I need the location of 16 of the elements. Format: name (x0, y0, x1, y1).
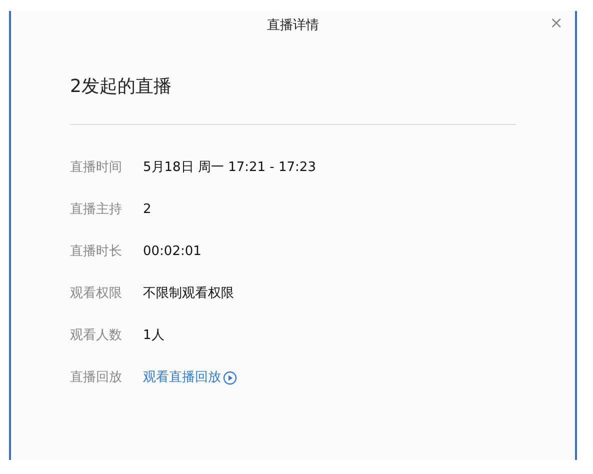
field-label: 直播时间 (70, 158, 123, 177)
dialog-title: 直播详情 (267, 17, 319, 35)
close-button[interactable]: × (546, 15, 567, 31)
play-icon (223, 370, 237, 384)
field-label: 直播回放 (70, 368, 123, 387)
field-value: 1人 (143, 326, 164, 345)
field-value: 00:02:01 (143, 242, 202, 261)
field-value: 不限制观看权限 (143, 284, 234, 303)
field-value: 5月18日 周一 17:21 - 17:23 (143, 158, 316, 177)
broadcast-heading: 2发起的直播 (70, 76, 172, 97)
field-label: 观看人数 (70, 326, 123, 345)
field-label: 直播主持 (70, 200, 123, 219)
replay-link[interactable]: 观看直播回放 (143, 368, 237, 388)
field-label: 直播时长 (70, 242, 123, 261)
field-value: 2 (143, 200, 152, 219)
field-label: 观看权限 (70, 284, 123, 303)
